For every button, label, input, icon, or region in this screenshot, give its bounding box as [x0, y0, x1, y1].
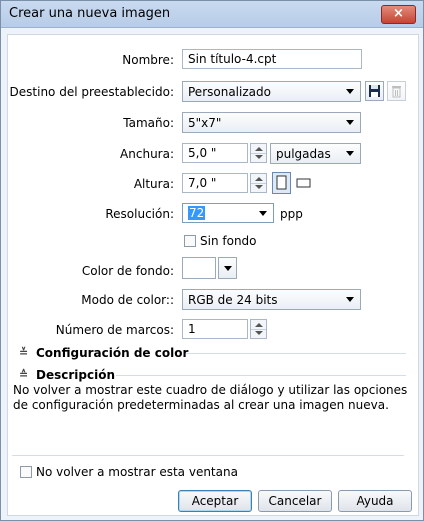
units-select[interactable]: pulgadas: [270, 143, 361, 164]
chevron-down-icon: [346, 89, 354, 94]
close-icon: ×: [393, 6, 404, 21]
spin-up-icon: [255, 147, 263, 151]
tamano-label: Tamaño:: [123, 116, 174, 130]
destino-label: Destino del preestablecido:: [9, 85, 174, 99]
resolucion-units: ppp: [280, 207, 303, 221]
resolucion-label: Resolución:: [105, 207, 174, 221]
spin-down-icon: [255, 185, 263, 189]
portrait-button[interactable]: [272, 172, 291, 194]
save-icon: [369, 85, 380, 97]
title-bar[interactable]: Crear una nueva imagen ×: [1, 1, 423, 28]
no-mostrar-label: No volver a mostrar esta ventana: [36, 465, 238, 479]
marcos-spinner[interactable]: [250, 319, 267, 339]
save-preset-button[interactable]: [365, 81, 384, 101]
config-color-heading: Configuración de color: [36, 346, 189, 360]
sin-fondo-label: Sin fondo: [200, 234, 257, 248]
anchura-spinner[interactable]: [250, 143, 267, 163]
modo-color-select[interactable]: RGB de 24 bits: [182, 289, 361, 310]
color-fondo-swatch[interactable]: [182, 257, 216, 279]
tamano-value: 5"x7": [188, 116, 222, 130]
ayuda-button[interactable]: Ayuda: [338, 490, 412, 512]
spin-down-icon: [255, 155, 263, 159]
chevron-down-icon: [224, 266, 232, 271]
cancelar-button[interactable]: Cancelar: [258, 490, 332, 512]
modo-color-value: RGB de 24 bits: [188, 293, 278, 307]
aceptar-button[interactable]: Aceptar: [178, 490, 252, 512]
chevron-down-icon: [346, 297, 354, 302]
divider: [12, 455, 404, 456]
chevron-down-icon: [259, 211, 267, 216]
spin-down-icon: [255, 331, 263, 335]
tamano-select[interactable]: 5"x7": [182, 112, 361, 133]
close-button[interactable]: ×: [381, 5, 416, 24]
divider: [186, 353, 406, 354]
landscape-icon: [296, 178, 311, 188]
chevron-down-icon: [346, 120, 354, 125]
nombre-input[interactable]: Sin título-4.cpt: [182, 49, 362, 69]
anchura-input[interactable]: 5,0 ": [182, 143, 248, 163]
delete-preset-button[interactable]: [387, 81, 406, 101]
modo-color-label: Modo de color::: [81, 293, 174, 307]
marcos-label: Número de marcos:: [55, 323, 174, 337]
altura-spinner[interactable]: [250, 173, 267, 193]
landscape-button[interactable]: [295, 175, 313, 194]
destino-select[interactable]: Personalizado: [182, 81, 361, 102]
chevron-double-up-icon: ≙: [19, 368, 29, 381]
dialog-body: Nombre: Sin título-4.cpt Destino del pre…: [7, 34, 419, 516]
divider: [116, 375, 406, 376]
resolucion-input[interactable]: 72: [182, 203, 274, 223]
sin-fondo-checkbox[interactable]: [184, 235, 196, 247]
altura-input[interactable]: 7,0 ": [182, 173, 248, 193]
marcos-input[interactable]: 1: [182, 319, 248, 339]
color-fondo-label: Color de fondo:: [81, 264, 174, 278]
spin-up-icon: [255, 177, 263, 181]
config-color-toggle[interactable]: ≚: [19, 345, 28, 359]
spin-up-icon: [255, 323, 263, 327]
color-fondo-dropdown[interactable]: [218, 257, 237, 279]
window-title: Crear una nueva imagen: [9, 6, 171, 21]
descripcion-heading: Descripción: [36, 368, 115, 382]
chevron-double-down-icon: ≚: [19, 346, 29, 359]
no-mostrar-checkbox[interactable]: [20, 466, 32, 478]
descripcion-toggle[interactable]: ≙: [19, 367, 28, 381]
dialog-window: Crear una nueva imagen × Nombre: Sin tít…: [0, 0, 424, 521]
descripcion-text: No volver a mostrar este cuadro de diálo…: [13, 383, 408, 412]
resolucion-value: 72: [188, 206, 206, 220]
nombre-label: Nombre:: [122, 53, 174, 67]
altura-label: Altura:: [133, 177, 174, 191]
anchura-label: Anchura:: [120, 147, 174, 161]
chevron-down-icon: [346, 151, 354, 156]
trash-icon: [392, 86, 401, 98]
units-value: pulgadas: [276, 147, 331, 161]
portrait-icon: [276, 175, 287, 190]
destino-value: Personalizado: [188, 85, 271, 99]
